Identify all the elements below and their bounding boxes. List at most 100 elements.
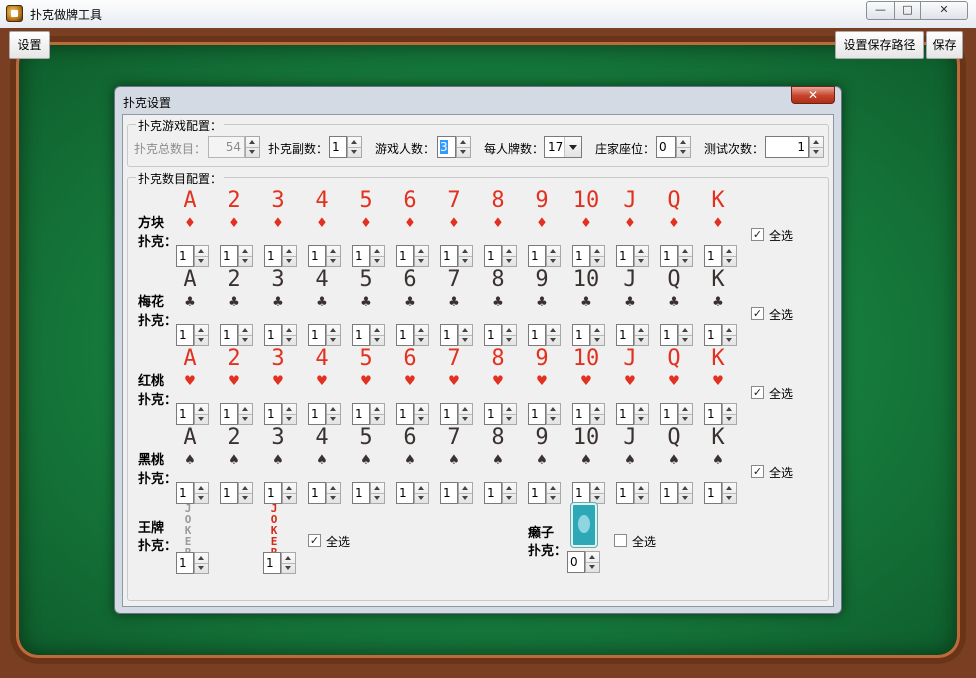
card-count-value[interactable]: 1 [264,403,282,425]
card-count-value[interactable]: 1 [352,245,370,267]
card-count-value[interactable]: 1 [660,324,678,346]
spinner-arrows-icon[interactable] [722,482,737,504]
spinner-arrows-icon[interactable] [282,482,297,504]
card-count-value[interactable]: 1 [616,245,634,267]
spinner-arrows-icon[interactable] [326,403,341,425]
card-count-spinner[interactable]: 1 [440,403,473,425]
player-count-field[interactable]: 3 [437,136,456,158]
card-count-value[interactable]: 1 [176,482,194,504]
card-count-value[interactable]: 1 [440,482,458,504]
big-joker-value[interactable]: 1 [263,552,281,574]
card-count-value[interactable]: 1 [484,403,502,425]
spinner-arrows-icon[interactable] [458,403,473,425]
card-count-spinner[interactable]: 1 [308,245,341,267]
spinner-arrows-icon[interactable] [414,403,429,425]
spinner-arrows-icon[interactable] [194,324,209,346]
spinner-arrows-icon[interactable] [238,403,253,425]
card-count-spinner[interactable]: 1 [572,482,605,504]
card-count-value[interactable]: 1 [308,403,326,425]
spinner-arrows-icon[interactable] [194,403,209,425]
card-count-value[interactable]: 1 [660,482,678,504]
chevron-down-icon[interactable] [564,137,581,157]
player-count-value[interactable]: 3 [440,140,448,154]
spinner-arrows-icon[interactable] [370,482,385,504]
spinner-arrows-icon[interactable] [194,552,209,574]
card-count-spinner[interactable]: 1 [528,482,561,504]
spinner-arrows-icon[interactable] [326,245,341,267]
card-count-spinner[interactable]: 1 [528,324,561,346]
spinner-arrows-icon[interactable] [502,482,517,504]
spinner-arrows-icon[interactable] [370,403,385,425]
card-count-spinner[interactable]: 1 [484,324,517,346]
card-count-spinner[interactable]: 1 [616,324,649,346]
small-joker-spinner[interactable]: 1 [176,552,209,574]
card-count-value[interactable]: 1 [528,482,546,504]
card-count-value[interactable]: 1 [484,324,502,346]
small-joker-value[interactable]: 1 [176,552,194,574]
spinner-arrows-icon[interactable] [370,245,385,267]
spinner-arrows-icon[interactable] [502,403,517,425]
spinner-arrows-icon[interactable] [590,324,605,346]
spinner-arrows-icon[interactable] [194,482,209,504]
cards-per-player-value[interactable]: 17 [548,140,563,154]
card-count-value[interactable]: 1 [264,324,282,346]
spinner-arrows-icon[interactable] [634,324,649,346]
spinner-arrows-icon[interactable] [414,324,429,346]
card-count-value[interactable]: 1 [176,403,194,425]
card-count-value[interactable]: 1 [396,324,414,346]
card-count-spinner[interactable]: 1 [704,403,737,425]
card-count-spinner[interactable]: 1 [440,482,473,504]
window-close-button[interactable]: ✕ [920,1,968,20]
spinner-arrows-icon[interactable] [414,245,429,267]
spinner-arrows-icon[interactable] [458,482,473,504]
card-count-value[interactable]: 1 [220,324,238,346]
card-count-spinner[interactable]: 1 [264,403,297,425]
card-count-value[interactable]: 1 [704,324,722,346]
spinner-arrows-icon[interactable] [458,324,473,346]
spinner-arrows-icon[interactable] [281,552,296,574]
card-count-spinner[interactable]: 1 [176,482,209,504]
test-count-value[interactable]: 1 [765,136,809,158]
card-count-spinner[interactable]: 1 [660,403,693,425]
select-all-checkbox[interactable]: ✓ [751,307,764,320]
card-count-value[interactable]: 1 [352,324,370,346]
spinner-arrows-icon[interactable] [238,245,253,267]
laizi-value[interactable]: 0 [567,551,585,573]
card-count-spinner[interactable]: 1 [220,245,253,267]
card-count-value[interactable]: 1 [616,324,634,346]
card-count-value[interactable]: 1 [264,245,282,267]
spinner-arrows-icon[interactable] [414,482,429,504]
card-count-value[interactable]: 1 [572,482,590,504]
card-count-value[interactable]: 1 [352,482,370,504]
card-count-spinner[interactable]: 1 [308,403,341,425]
spinner-arrows-icon[interactable] [722,245,737,267]
player-count-spinner[interactable]: 3 [437,136,471,158]
card-count-value[interactable]: 1 [440,324,458,346]
card-count-value[interactable]: 1 [704,245,722,267]
card-count-value[interactable]: 1 [528,403,546,425]
spinner-arrows-icon[interactable] [634,403,649,425]
spinner-arrows-icon[interactable] [722,403,737,425]
card-count-spinner[interactable]: 1 [660,482,693,504]
card-count-value[interactable]: 1 [704,482,722,504]
card-count-spinner[interactable]: 1 [308,482,341,504]
card-count-value[interactable]: 1 [396,245,414,267]
joker-select-all-checkbox[interactable]: ✓ [308,534,321,547]
spinner-arrows-icon[interactable] [634,482,649,504]
card-count-value[interactable]: 1 [308,482,326,504]
spinner-arrows-icon[interactable] [326,324,341,346]
card-count-value[interactable]: 1 [660,403,678,425]
test-count-spinner[interactable]: 1 [765,136,824,158]
card-count-value[interactable]: 1 [396,403,414,425]
card-count-spinner[interactable]: 1 [352,324,385,346]
card-count-spinner[interactable]: 1 [220,482,253,504]
card-count-spinner[interactable]: 1 [572,324,605,346]
spinner-arrows-icon[interactable] [194,245,209,267]
card-count-spinner[interactable]: 1 [660,324,693,346]
laizi-spinner[interactable]: 0 [567,551,600,573]
card-count-spinner[interactable]: 1 [308,324,341,346]
card-count-value[interactable]: 1 [220,403,238,425]
spinner-arrows-icon[interactable] [458,245,473,267]
cards-per-player-combo[interactable]: 17 [544,136,582,158]
card-count-value[interactable]: 1 [484,245,502,267]
